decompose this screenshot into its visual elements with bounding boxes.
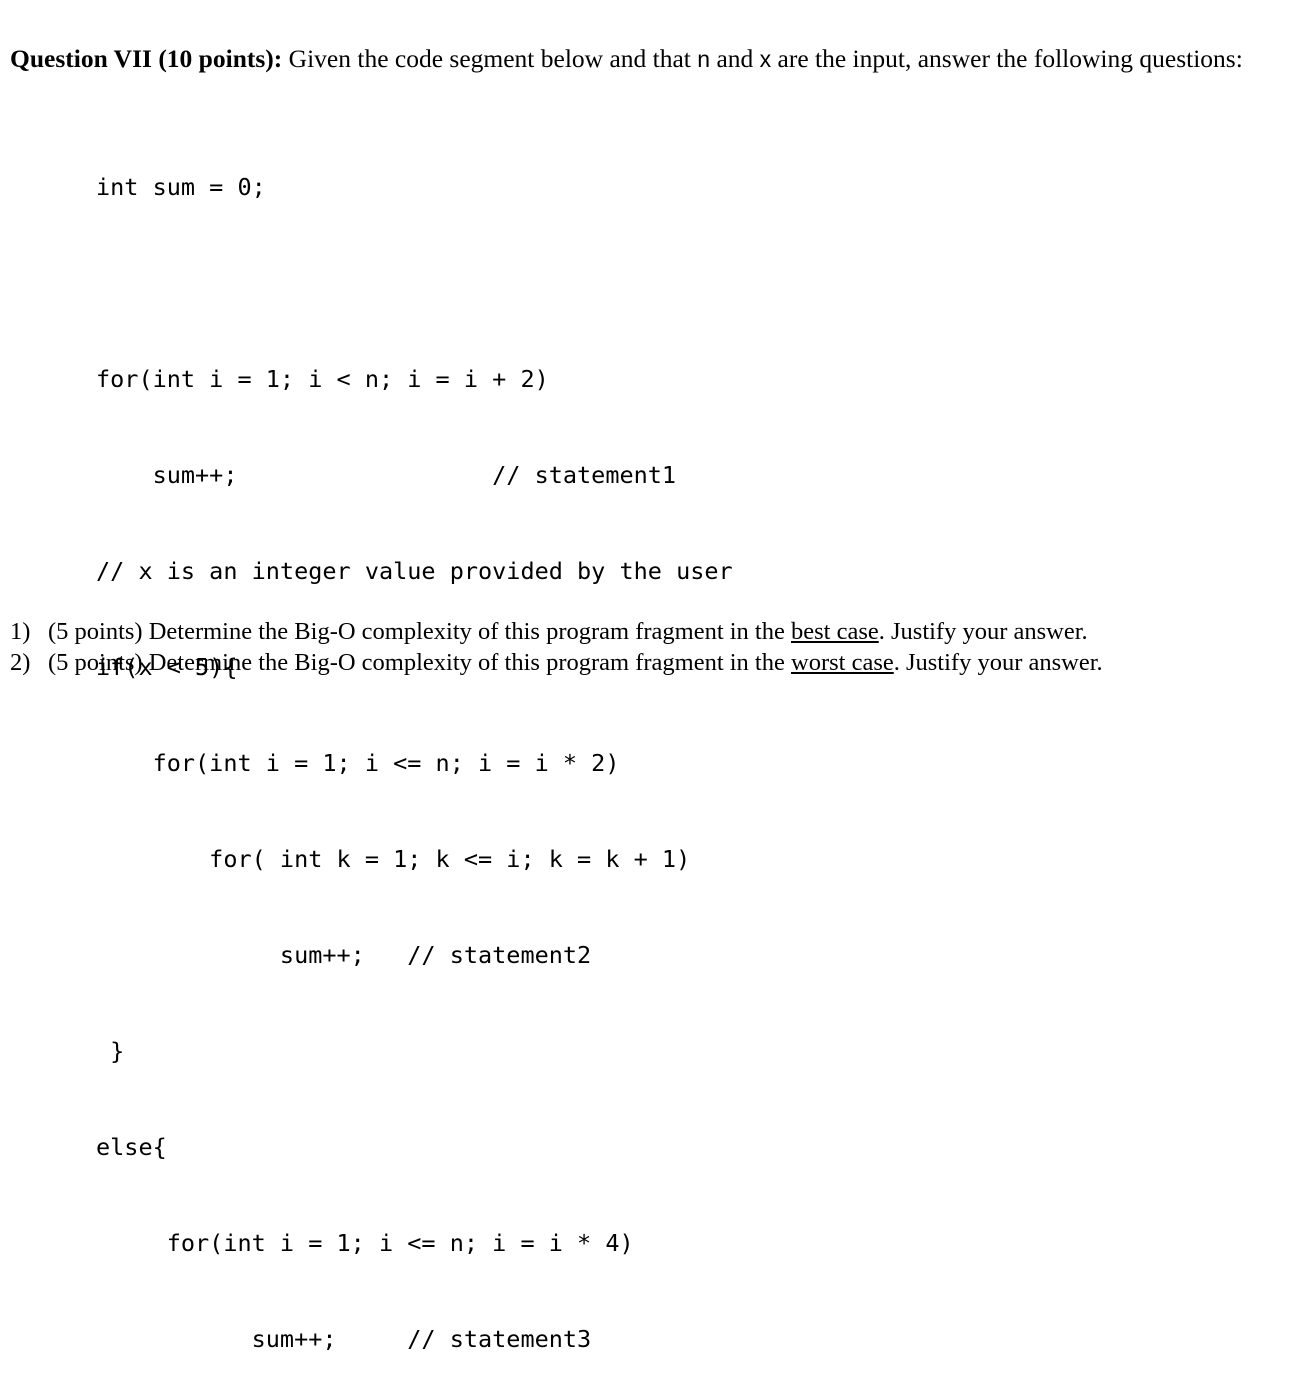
code-line: sum++; // statement3 — [96, 1325, 592, 1353]
list-item: 1) (5 points) Determine the Big-O comple… — [10, 616, 1290, 647]
code-line: for(int i = 1; i <= n; i = i * 4) — [96, 1229, 634, 1257]
code-line: for( int k = 1; k <= i; k = k + 1) — [96, 845, 691, 873]
question-2-text-after: . Justify your answer. — [893, 649, 1103, 676]
question-1-text-after: . Justify your answer. — [878, 618, 1088, 645]
list-item: 2) (5 points) Determine the Big-O comple… — [10, 647, 1290, 678]
intro-segment-3: are the input, answer the following ques… — [771, 43, 1243, 73]
question-intro-paragraph: Question VII (10 points): Given the code… — [10, 40, 1280, 78]
code-line: int sum = 0; — [96, 173, 266, 201]
list-item-text: (5 points) Determine the Big-O complexit… — [48, 616, 1290, 647]
list-item-marker: 2) — [10, 649, 31, 676]
question-heading-label: Question VII (10 points): — [10, 43, 283, 73]
code-segment-block: int sum = 0; for(int i = 1; i < n; i = i… — [96, 107, 733, 1380]
questions-list: 1) (5 points) Determine the Big-O comple… — [10, 616, 1290, 678]
list-item-marker: 1) — [10, 618, 31, 645]
variable-n-label: n — [697, 45, 711, 72]
code-line: for(int i = 1; i <= n; i = i * 2) — [96, 749, 620, 777]
question-1-emphasis: best case — [791, 618, 879, 645]
question-2-emphasis: worst case — [791, 649, 894, 676]
document-page: Question VII (10 points): Given the code… — [0, 0, 1296, 1353]
intro-segment-2: and — [710, 43, 760, 73]
code-line: // x is an integer value provided by the… — [96, 557, 733, 585]
code-line: } — [96, 1037, 125, 1065]
question-1-text-before: (5 points) Determine the Big-O complexit… — [48, 618, 791, 645]
intro-segment-1: Given the code segment below and that — [282, 43, 698, 73]
list-item-text: (5 points) Determine the Big-O complexit… — [48, 647, 1290, 678]
code-line: sum++; // statement1 — [96, 461, 677, 489]
variable-x-label: x — [759, 45, 772, 72]
code-line: else{ — [96, 1133, 167, 1161]
question-2-text-before: (5 points) Determine the Big-O complexit… — [48, 649, 791, 676]
code-line: for(int i = 1; i < n; i = i + 2) — [96, 365, 549, 393]
code-line: sum++; // statement2 — [96, 941, 592, 969]
